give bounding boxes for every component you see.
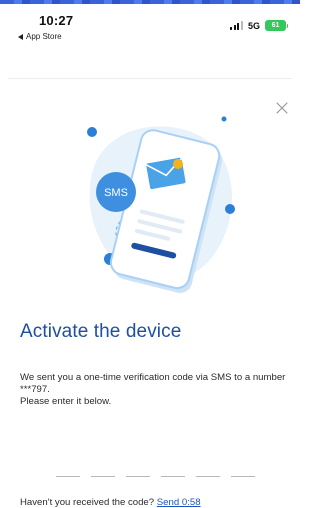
page-title: Activate the device (20, 321, 182, 342)
description-line-2: Please enter it below. (20, 396, 112, 407)
description-line-1: We sent you a one-time verification code… (20, 372, 286, 395)
code-digit-1[interactable] (56, 462, 80, 477)
close-icon[interactable] (274, 100, 290, 116)
resend-prompt: Haven't you received the code? (20, 497, 155, 508)
back-to-app-store[interactable]: App Store (18, 32, 62, 41)
code-digit-5[interactable] (196, 462, 220, 477)
decor-dot (87, 127, 97, 137)
sms-phone-illustration: SMS (87, 116, 235, 293)
resend-link[interactable]: Send 0:58 (157, 497, 201, 508)
status-time: 10:27 (39, 13, 74, 28)
code-digit-3[interactable] (126, 462, 150, 477)
description: We sent you a one-time verification code… (20, 372, 290, 408)
verification-screen: 10:27 App Store 5G 61 SMS Activate the d… (0, 0, 300, 508)
decor-dot (225, 204, 235, 214)
status-indicators: 5G 61 (230, 20, 288, 31)
top-strip (0, 0, 300, 4)
header-divider (8, 78, 292, 79)
code-input-row (56, 462, 255, 477)
signal-icon (230, 21, 243, 30)
decor-dot (221, 116, 227, 122)
code-digit-2[interactable] (91, 462, 115, 477)
network-type: 5G (247, 20, 260, 31)
battery-icon: 61 (265, 20, 288, 31)
back-arrow-icon (18, 33, 23, 40)
sms-badge-label: SMS (104, 187, 128, 199)
code-digit-4[interactable] (161, 462, 185, 477)
code-digit-6[interactable] (231, 462, 255, 477)
back-label: App Store (26, 32, 62, 41)
notification-dot (173, 159, 183, 169)
resend-row: Haven't you received the code? Send 0:58 (20, 497, 201, 508)
